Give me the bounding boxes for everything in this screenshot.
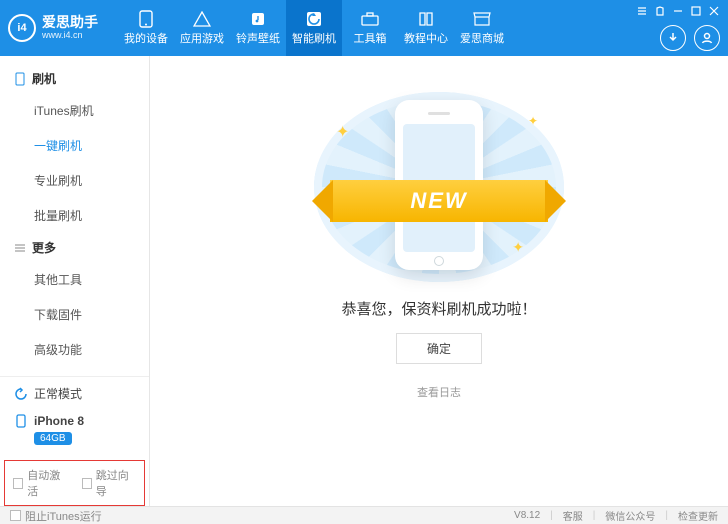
new-ribbon: NEW [330,180,548,222]
footer-wechat[interactable]: 微信公众号 [605,508,655,523]
star-icon: ✦ [528,114,538,128]
window-controls [636,5,720,17]
auto-activate-checkbox[interactable]: 自动激活 [13,467,68,499]
success-illustration: ✦ ✦ ✦ NEW [314,92,564,282]
phone-icon [136,10,156,28]
more-icon [14,242,26,254]
skip-wizard-checkbox[interactable]: 跳过向导 [82,467,137,499]
sidebar-item-oneclick[interactable]: 一键刷机 [0,128,149,163]
device-row[interactable]: iPhone 8 64GB [0,410,149,456]
note-icon [248,10,268,28]
app-logo: i4 爱思助手 www.i4.cn [8,14,98,42]
version-label: V8.12 [514,510,540,521]
sidebar: 刷机 iTunes刷机 一键刷机 专业刷机 批量刷机 更多 其他工具 下载固件 … [0,56,150,506]
footer: 阻止iTunes运行 V8.12 | 客服 | 微信公众号 | 检查更新 [0,506,728,524]
nav-tutorial[interactable]: 教程中心 [398,0,454,56]
sidebar-group-flash: 刷机 [0,64,149,93]
apps-icon [192,10,212,28]
download-button[interactable] [660,25,686,51]
sidebar-group-more: 更多 [0,233,149,262]
sidebar-item-advanced[interactable]: 高级功能 [0,332,149,367]
sidebar-item-download-fw[interactable]: 下载固件 [0,297,149,332]
view-log-link[interactable]: 查看日志 [417,384,461,400]
refresh-icon [14,387,28,401]
sidebar-item-itunes[interactable]: iTunes刷机 [0,93,149,128]
bottom-options-highlighted: 自动激活 跳过向导 [4,460,145,506]
phone-small-icon [14,414,28,428]
menu-icon[interactable] [636,5,648,17]
sidebar-item-other[interactable]: 其他工具 [0,262,149,297]
confirm-button[interactable]: 确定 [396,333,482,364]
nav-my-device[interactable]: 我的设备 [118,0,174,56]
brand-name: 爱思助手 [42,15,98,30]
nav-ringtone[interactable]: 铃声壁纸 [230,0,286,56]
logo-icon: i4 [8,14,36,42]
nav-store[interactable]: 爱思商城 [454,0,510,56]
sidebar-item-pro[interactable]: 专业刷机 [0,163,149,198]
block-itunes-checkbox[interactable]: 阻止iTunes运行 [10,508,102,524]
toolbox-icon [360,10,380,28]
footer-update[interactable]: 检查更新 [678,508,718,523]
flash-icon [304,10,324,28]
star-icon: ✦ [336,122,349,142]
nav-flash[interactable]: 智能刷机 [286,0,342,56]
top-nav: 我的设备 应用游戏 铃声壁纸 智能刷机 工具箱 教程中心 爱思商城 [118,0,510,56]
device-icon [14,73,26,85]
title-bar: i4 爱思助手 www.i4.cn 我的设备 应用游戏 铃声壁纸 智能刷机 工具… [0,0,728,56]
close-icon[interactable] [708,5,720,17]
sidebar-item-batch[interactable]: 批量刷机 [0,198,149,233]
store-icon [472,10,492,28]
maximize-icon[interactable] [690,5,702,17]
nav-tools[interactable]: 工具箱 [342,0,398,56]
success-message: 恭喜您，保资料刷机成功啦！ [341,298,536,319]
book-icon [416,10,436,28]
brand-url: www.i4.cn [42,31,98,41]
mode-row[interactable]: 正常模式 [0,377,149,410]
user-button[interactable] [694,25,720,51]
minimize-icon[interactable] [672,5,684,17]
content-area: ✦ ✦ ✦ NEW 恭喜您，保资料刷机成功啦！ 确定 查看日志 [150,56,728,506]
nav-apps[interactable]: 应用游戏 [174,0,230,56]
skin-icon[interactable] [654,5,666,17]
footer-support[interactable]: 客服 [563,508,583,523]
storage-badge: 64GB [34,432,72,445]
star-icon: ✦ [512,239,524,256]
